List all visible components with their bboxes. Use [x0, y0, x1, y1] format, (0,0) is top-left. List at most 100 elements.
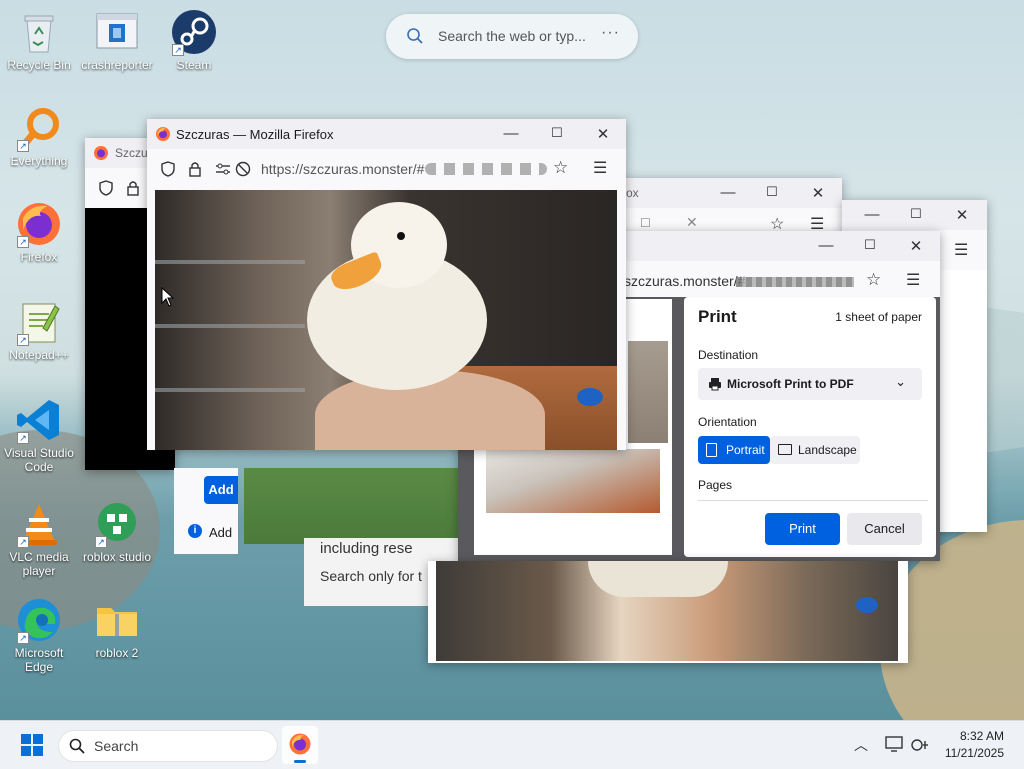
maximize-icon[interactable]: ☐: [547, 125, 567, 141]
back-page-panel: Add i Add: [174, 468, 238, 554]
menu-icon[interactable]: ☰: [593, 158, 607, 178]
desktop-icon-firefox[interactable]: ↗ Firefox: [1, 200, 77, 264]
minimize-icon[interactable]: —: [501, 125, 521, 142]
display-icon[interactable]: [885, 736, 903, 752]
preview-image-top: [628, 341, 668, 443]
shortcut-arrow-icon: ↗: [17, 236, 29, 248]
portrait-option[interactable]: Portrait: [698, 436, 770, 464]
firefox-icon: ↗: [15, 200, 63, 248]
firefox-icon: [156, 127, 170, 141]
maximize-icon[interactable]: ☐: [762, 184, 782, 200]
close-icon[interactable]: ✕: [808, 184, 828, 202]
shield-icon[interactable]: [161, 161, 175, 177]
fourth-window-titlebar: — ☐ ✕: [842, 200, 987, 230]
back-window-title: Szczu: [115, 146, 148, 160]
desktop-icon-vscode[interactable]: ↗ Visual Studio Code: [1, 396, 77, 474]
main-window-titlebar: Szczuras — Mozilla Firefox — ☐ ✕: [147, 119, 626, 149]
minimize-icon[interactable]: —: [816, 237, 836, 254]
info-icon: i: [188, 524, 202, 538]
preview-image-duck: [486, 449, 660, 513]
url-emoji-fragment: [425, 163, 547, 175]
orientation-label: Orientation: [698, 415, 757, 429]
shortcut-arrow-icon: ↗: [17, 432, 29, 444]
desktop-icon-crashreporter[interactable]: crashreporter: [79, 8, 155, 72]
active-indicator: [294, 760, 306, 763]
shortcut-arrow-icon: ↗: [17, 536, 29, 548]
back-page-add-button[interactable]: Add: [204, 476, 238, 504]
crashreporter-icon: [93, 8, 141, 56]
destination-select[interactable]: Microsoft Print to PDF ⌄: [698, 368, 922, 400]
main-window-title: Szczuras — Mozilla Firefox: [176, 127, 334, 142]
taskbar: Search ︿ 8:32 AM 11/21/2025: [0, 720, 1024, 769]
network-icon[interactable]: [911, 737, 929, 753]
video-blue-ball: [577, 388, 603, 406]
main-window-url[interactable]: https://szczuras.monster/#: [261, 161, 424, 177]
firefox-icon: [289, 733, 311, 755]
cancel-button[interactable]: Cancel: [847, 513, 922, 545]
taskbar-search[interactable]: Search: [58, 730, 278, 762]
permissions-icon[interactable]: [215, 162, 231, 176]
desktop-icon-steam[interactable]: ↗ Steam: [156, 8, 232, 72]
third-window-title: ox: [626, 186, 639, 200]
close-icon: ✕: [686, 214, 698, 230]
third-firefox-window[interactable]: ox — ☐ ✕ ☐ ✕ ☆ ☰: [620, 178, 842, 238]
minimize-icon[interactable]: —: [862, 206, 882, 223]
vscode-icon: ↗: [15, 396, 63, 444]
shortcut-arrow-icon: ↗: [17, 334, 29, 346]
back-page-add-text: Add: [209, 525, 233, 540]
desktop-web-search[interactable]: Search the web or typ... ···: [386, 14, 638, 59]
shield-icon: [99, 180, 113, 196]
desktop-icon-notepadpp[interactable]: ↗ Notepad++: [1, 298, 77, 362]
desktop-icon-roblox-studio[interactable]: ↗ roblox studio: [79, 500, 155, 564]
lock-icon: [127, 181, 139, 196]
desktop-icon-roblox-2[interactable]: roblox 2: [79, 596, 155, 660]
clock-date[interactable]: 11/21/2025: [945, 746, 1004, 760]
desktop-icon-vlc[interactable]: ↗ VLC media player: [1, 500, 77, 578]
recycle-bin-icon: [15, 8, 63, 56]
more-options-icon[interactable]: ···: [601, 24, 620, 42]
third-window-titlebar: ox — ☐ ✕: [620, 178, 842, 208]
bottom-video-ball: [856, 597, 878, 613]
star-icon[interactable]: ☆: [866, 270, 881, 290]
windows-start-icon[interactable]: [21, 734, 43, 756]
menu-icon[interactable]: ☰: [906, 270, 920, 290]
shortcut-arrow-icon: ↗: [172, 44, 184, 56]
back-page-video-thumb: [244, 468, 464, 544]
everything-icon: ↗: [15, 104, 63, 152]
clock-time[interactable]: 8:32 AM: [960, 729, 1004, 743]
star-icon[interactable]: ☆: [553, 158, 568, 178]
chevron-down-icon: ⌄: [895, 374, 906, 389]
taskbar-firefox-button[interactable]: [282, 726, 318, 764]
lock-icon[interactable]: [189, 161, 201, 177]
landscape-option[interactable]: Landscape: [770, 436, 860, 464]
print-button[interactable]: Print: [765, 513, 840, 545]
chevron-up-icon[interactable]: ︿: [854, 735, 868, 755]
autoplay-blocked-icon[interactable]: [235, 161, 251, 177]
firefox-icon: [94, 146, 108, 160]
bottom-video-window[interactable]: [428, 561, 908, 663]
menu-icon[interactable]: ☰: [954, 240, 968, 260]
maximize-icon[interactable]: ☐: [906, 206, 926, 222]
desktop-icon-edge[interactable]: ↗ Microsoft Edge: [1, 596, 77, 674]
close-icon[interactable]: ✕: [906, 237, 926, 255]
landscape-icon: [778, 444, 792, 455]
maximize-icon[interactable]: ☐: [860, 237, 880, 253]
search-icon: [69, 738, 85, 754]
roblox-studio-icon: ↗: [93, 500, 141, 548]
shortcut-arrow-icon: ↗: [17, 632, 29, 644]
desktop-icon-everything[interactable]: ↗ Everything: [1, 104, 77, 168]
desktop-search-placeholder: Search the web or typ...: [438, 28, 586, 44]
main-firefox-window[interactable]: Szczuras — Mozilla Firefox — ☐ ✕ https:/…: [147, 119, 626, 450]
shortcut-arrow-icon: ↗: [95, 536, 107, 548]
close-icon[interactable]: ✕: [952, 206, 972, 224]
shortcut-arrow-icon: ↗: [17, 140, 29, 152]
bottom-video-duck-body: [588, 561, 728, 597]
desktop-icon-recycle-bin[interactable]: Recycle Bin: [1, 8, 77, 72]
back-page-content: Add i Add including rese Search only for…: [174, 468, 464, 608]
desktop: Search the web or typ... ··· Recycle Bin…: [0, 0, 1024, 720]
close-icon[interactable]: ✕: [593, 125, 613, 143]
duck-video[interactable]: [155, 190, 617, 450]
minimize-icon[interactable]: —: [718, 184, 738, 201]
notepadpp-icon: ↗: [15, 298, 63, 346]
portrait-icon: [706, 443, 717, 457]
